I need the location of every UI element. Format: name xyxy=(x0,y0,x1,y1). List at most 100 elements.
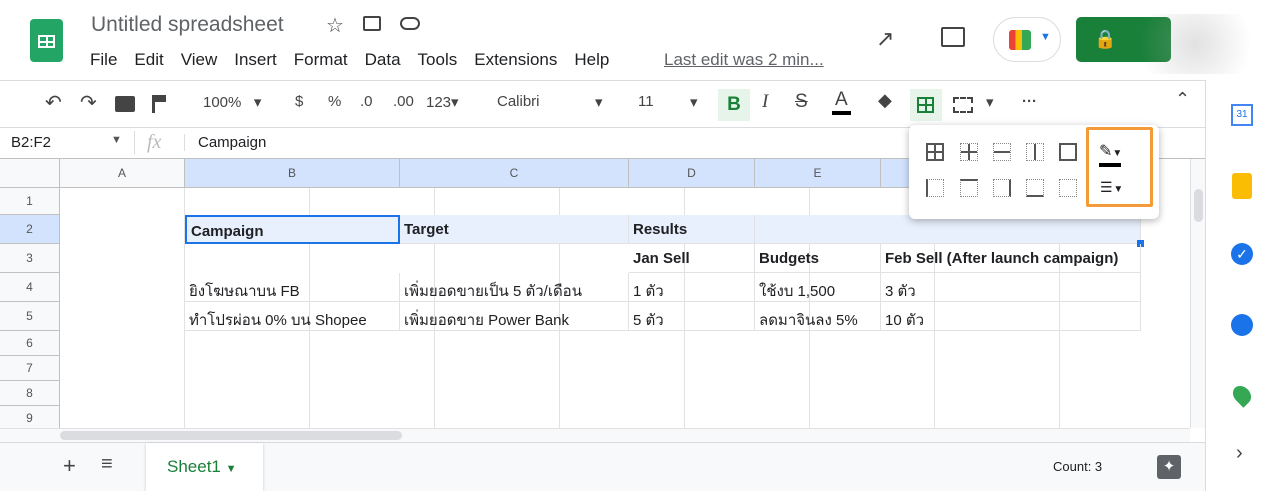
column-header-b[interactable]: B xyxy=(185,159,400,188)
row-header-6[interactable]: 6 xyxy=(0,331,60,356)
cell-e3[interactable]: Budgets xyxy=(755,244,881,273)
column-header-d[interactable]: D xyxy=(629,159,755,188)
italic-button[interactable]: I xyxy=(762,91,768,113)
cell-f3[interactable]: Feb Sell (After launch campaign) xyxy=(881,244,1141,273)
border-color-button[interactable]: ✎▼ xyxy=(1099,141,1122,167)
menu-data[interactable]: Data xyxy=(365,50,401,70)
row-header-2[interactable]: 2 xyxy=(0,215,60,244)
row-header-9[interactable]: 9 xyxy=(0,406,60,428)
cell-c2[interactable]: Target xyxy=(400,215,629,244)
currency-button[interactable]: $ xyxy=(295,93,303,110)
row-header-5[interactable]: 5 xyxy=(0,302,60,331)
outer-borders-icon[interactable] xyxy=(1059,143,1077,161)
decrease-decimal-button[interactable]: .0 xyxy=(360,93,373,110)
merge-dropdown-icon[interactable]: ▾ xyxy=(986,93,994,111)
print-icon[interactable] xyxy=(115,96,135,112)
clear-borders-icon[interactable] xyxy=(1059,179,1077,197)
cell-d5[interactable]: 5 ตัว xyxy=(629,302,755,331)
font-size-select[interactable]: 11 ▾ xyxy=(638,93,703,111)
menu-view[interactable]: View xyxy=(181,50,218,70)
selection-count[interactable]: Count: 3 xyxy=(1053,459,1102,474)
increase-decimal-button[interactable]: .00 xyxy=(393,93,414,110)
paint-format-icon[interactable] xyxy=(152,95,166,113)
menu-extensions[interactable]: Extensions xyxy=(474,50,557,70)
percent-button[interactable]: % xyxy=(328,93,341,110)
cell-d3[interactable]: Jan Sell xyxy=(629,244,755,273)
select-all-corner[interactable] xyxy=(0,159,60,188)
cell-e4[interactable]: ใช้งบ 1,500 xyxy=(755,273,881,302)
doc-title[interactable]: Untitled spreadsheet xyxy=(91,13,284,37)
comments-icon[interactable] xyxy=(941,27,965,47)
bold-button[interactable]: B xyxy=(718,89,750,121)
horizontal-scrollbar[interactable] xyxy=(0,428,1190,442)
column-header-c[interactable]: C xyxy=(400,159,629,188)
row-header-1[interactable]: 1 xyxy=(0,188,60,215)
text-color-button[interactable]: A xyxy=(832,89,851,115)
activity-trend-icon[interactable]: ↗ xyxy=(876,26,894,52)
inner-borders-icon[interactable] xyxy=(960,143,978,161)
left-border-icon[interactable] xyxy=(926,179,944,197)
menu-tools[interactable]: Tools xyxy=(418,50,458,70)
right-border-icon[interactable] xyxy=(993,179,1011,197)
fill-color-icon[interactable]: ◆ xyxy=(878,90,892,111)
menu-insert[interactable]: Insert xyxy=(234,50,277,70)
name-box[interactable]: B2:F2 ▼ xyxy=(11,134,126,151)
move-folder-icon[interactable] xyxy=(363,16,381,31)
fx-icon: fx xyxy=(134,131,161,154)
star-icon[interactable]: ☆ xyxy=(326,13,344,38)
expand-panel-icon[interactable]: › xyxy=(1236,442,1243,465)
watermark-logo xyxy=(1120,14,1270,74)
redo-icon[interactable]: ↷ xyxy=(80,90,97,115)
cell-c5[interactable]: เพิ่มยอดขาย Power Bank xyxy=(400,302,629,331)
borders-button[interactable] xyxy=(910,89,942,121)
column-header-e[interactable]: E xyxy=(755,159,881,188)
sheets-logo[interactable] xyxy=(30,19,63,62)
vertical-scrollbar[interactable] xyxy=(1190,159,1205,428)
collapse-toolbar-icon[interactable]: ⌃ xyxy=(1175,89,1190,110)
zoom-select[interactable]: 100% ▾ xyxy=(203,93,261,111)
cell-b4[interactable]: ยิงโฆษณาบน FB xyxy=(185,273,400,302)
row-header-3[interactable]: 3 xyxy=(0,244,60,273)
meet-button[interactable]: ▼ xyxy=(993,17,1061,62)
all-borders-icon[interactable] xyxy=(926,143,944,161)
menu-bar: File Edit View Insert Format Data Tools Extensi… xyxy=(90,50,626,70)
cell-b5[interactable]: ทำโปรผ่อน 0% บน Shopee xyxy=(185,302,400,331)
last-edit-link[interactable]: Last edit was 2 min... xyxy=(664,50,824,70)
explore-icon[interactable]: ✦ xyxy=(1157,455,1181,479)
calendar-icon[interactable]: 31 xyxy=(1231,104,1253,126)
cell-e5[interactable]: ลดมาจินลง 5% xyxy=(755,302,881,331)
bottom-border-icon[interactable] xyxy=(1026,179,1044,197)
top-border-icon[interactable] xyxy=(960,179,978,197)
keep-icon[interactable] xyxy=(1232,173,1252,199)
menu-format[interactable]: Format xyxy=(294,50,348,70)
undo-icon[interactable]: ↶ xyxy=(45,90,62,115)
horizontal-borders-icon[interactable] xyxy=(993,143,1011,161)
cell-f5[interactable]: 10 ตัว xyxy=(881,302,1141,331)
add-sheet-icon[interactable]: + xyxy=(63,453,76,479)
cloud-status-icon[interactable] xyxy=(400,17,420,30)
cell-b2[interactable]: Campaign xyxy=(185,215,400,244)
cell-d2[interactable]: Results xyxy=(629,215,755,244)
menu-file[interactable]: File xyxy=(90,50,117,70)
cell-d4[interactable]: 1 ตัว xyxy=(629,273,755,302)
menu-help[interactable]: Help xyxy=(574,50,609,70)
strikethrough-button[interactable]: S xyxy=(795,91,808,113)
merge-cells-icon[interactable] xyxy=(953,97,973,113)
row-header-7[interactable]: 7 xyxy=(0,356,60,381)
more-button[interactable]: ··· xyxy=(1022,93,1037,110)
cell-f4[interactable]: 3 ตัว xyxy=(881,273,1141,302)
row-header-4[interactable]: 4 xyxy=(0,273,60,302)
row-header-8[interactable]: 8 xyxy=(0,381,60,406)
menu-edit[interactable]: Edit xyxy=(134,50,163,70)
vertical-borders-icon[interactable] xyxy=(1026,143,1044,161)
number-format-button[interactable]: 123▾ xyxy=(426,93,459,111)
all-sheets-icon[interactable]: ≡ xyxy=(101,453,113,476)
column-header-a[interactable]: A xyxy=(60,159,185,188)
sheet-tab-sheet1[interactable]: Sheet1 ▼ xyxy=(146,443,263,491)
contacts-icon[interactable] xyxy=(1231,314,1253,336)
cell-c4[interactable]: เพิ่มยอดขายเป็น 5 ตัว/เดือน xyxy=(400,273,629,302)
tasks-icon[interactable]: ✓ xyxy=(1231,243,1253,265)
border-style-button[interactable]: ☰ ▼ xyxy=(1100,179,1123,196)
maps-icon[interactable] xyxy=(1229,382,1255,408)
font-select[interactable]: Calibri ▾ xyxy=(497,93,607,111)
